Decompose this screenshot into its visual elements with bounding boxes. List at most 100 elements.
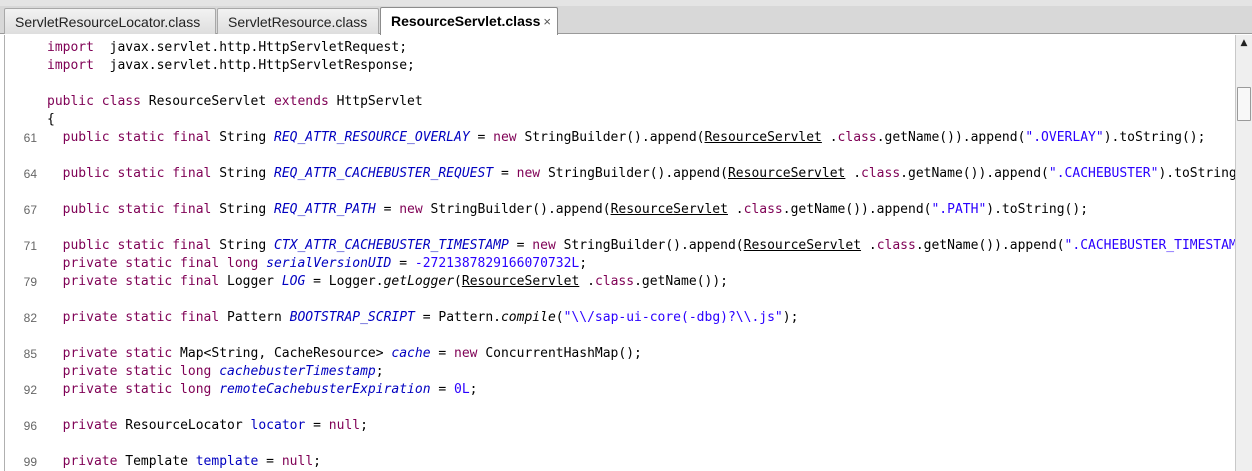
code-token: class	[594, 274, 635, 289]
code-token: String	[211, 238, 274, 253]
code-token: LOG	[281, 274, 306, 289]
code-text: public static final String REQ_ATTR_CACH…	[47, 165, 1235, 183]
code-text: {	[47, 111, 55, 129]
code-text: import javax.servlet.http.HttpServletRes…	[47, 57, 415, 75]
code-token: Map<String, CacheResource>	[172, 346, 392, 361]
code-line: import javax.servlet.http.HttpServletRes…	[5, 57, 1235, 75]
code-token: String	[211, 130, 274, 145]
line-number: 96	[23, 419, 37, 433]
line-number: 82	[23, 311, 37, 325]
scrollbar-thumb[interactable]	[1237, 87, 1251, 121]
tab-label: ResourceServlet.class	[391, 13, 541, 29]
code-token: ;	[313, 454, 321, 469]
code-token: ;	[469, 382, 478, 397]
tab-resource-servlet[interactable]: ResourceServlet.class ×	[380, 7, 558, 35]
code-token: ResourceServlet	[704, 130, 822, 145]
code-token: ).toString();	[986, 202, 1089, 217]
code-token: new	[516, 166, 541, 181]
code-line: 67 public static final String REQ_ATTR_P…	[5, 201, 1235, 219]
code-text: private static long remoteCachebusterExp…	[47, 381, 478, 399]
tab-label: ServletResourceLocator.class	[15, 14, 201, 30]
code-token: locator	[250, 418, 306, 433]
code-token: (	[454, 274, 462, 289]
line-number: 67	[23, 203, 37, 217]
code-token: String	[211, 202, 274, 217]
code-token: import	[47, 40, 94, 55]
code-line: public class ResourceServlet extends Htt…	[5, 93, 1235, 111]
code-token: cachebusterTimestamp	[219, 364, 376, 379]
code-text: private ResourceLocator locator = null;	[47, 417, 368, 435]
code-token: StringBuilder().append(	[422, 202, 611, 217]
code-text: private static final Pattern BOOTSTRAP_S…	[47, 309, 799, 327]
code-token: HttpServlet	[328, 94, 423, 109]
tab-servlet-resource[interactable]: ServletResource.class	[217, 8, 379, 34]
code-token: .getName());	[634, 274, 728, 289]
code-token: null	[281, 454, 314, 469]
editor-tab-bar: ServletResourceLocator.class ServletReso…	[0, 0, 1252, 35]
code-editor[interactable]: import javax.servlet.http.HttpServletReq…	[4, 35, 1235, 471]
code-text: private static final Logger LOG = Logger…	[47, 273, 728, 291]
code-token: public static final	[62, 130, 212, 145]
code-token: REQ_ATTR_RESOURCE_OVERLAY	[274, 130, 470, 145]
code-token: private	[62, 418, 118, 433]
line-number: 99	[23, 455, 37, 469]
line-number: 64	[23, 167, 37, 181]
code-text: private static final long serialVersionU…	[47, 255, 587, 273]
code-token: .	[861, 238, 877, 253]
code-text: private Template template = null;	[47, 453, 321, 471]
tab-servlet-resource-locator[interactable]: ServletResourceLocator.class	[4, 8, 216, 34]
code-token: =	[375, 202, 400, 217]
tab-bar-edge	[0, 0, 1252, 6]
code-line: 64 public static final String REQ_ATTR_C…	[5, 165, 1235, 183]
code-token: ResourceServlet	[743, 238, 862, 253]
code-token: .getName()).append(	[782, 202, 932, 217]
code-token: javax.servlet.http.HttpServletResponse;	[93, 58, 415, 73]
vertical-scrollbar[interactable]: ▲	[1235, 35, 1252, 471]
scroll-up-arrow-icon[interactable]: ▲	[1236, 35, 1252, 52]
code-token: StringBuilder().append(	[540, 166, 728, 181]
code-token: Template	[117, 454, 196, 469]
code-token: public static final	[62, 166, 212, 181]
code-text: private static Map<String, CacheResource…	[47, 345, 642, 363]
code-token: private	[62, 454, 118, 469]
code-token: =	[391, 256, 415, 271]
code-line: import javax.servlet.http.HttpServletReq…	[5, 39, 1235, 57]
code-token: {	[47, 112, 55, 127]
code-token: Pattern	[219, 310, 290, 325]
code-token: serialVersionUID	[266, 256, 392, 271]
line-number: 92	[23, 383, 37, 397]
code-token: ".OVERLAY"	[1025, 130, 1104, 145]
code-token: private static final long	[62, 256, 259, 271]
code-token: CTX_ATTR_CACHEBUSTER_TIMESTAMP	[274, 238, 509, 253]
code-token: "\\/sap-ui-core(-dbg)?\\.js"	[563, 310, 783, 325]
code-token: ResourceServlet	[461, 274, 580, 289]
code-token: ResourceServlet	[727, 166, 846, 181]
code-token: Logger	[219, 274, 282, 289]
code-token: cache	[391, 346, 431, 361]
code-line: 96 private ResourceLocator locator = nul…	[5, 417, 1235, 435]
code-token: private static	[62, 346, 173, 361]
code-token: extends	[273, 94, 329, 109]
code-token: ".PATH"	[931, 202, 987, 217]
code-line: private static long cachebusterTimestamp…	[5, 363, 1235, 381]
code-line: 61 public static final String REQ_ATTR_R…	[5, 129, 1235, 147]
code-token: private static long	[62, 382, 212, 397]
code-token: =	[493, 166, 517, 181]
code-token: private static long	[62, 364, 212, 379]
code-token: getLogger	[383, 274, 455, 289]
close-icon[interactable]: ×	[543, 14, 551, 29]
